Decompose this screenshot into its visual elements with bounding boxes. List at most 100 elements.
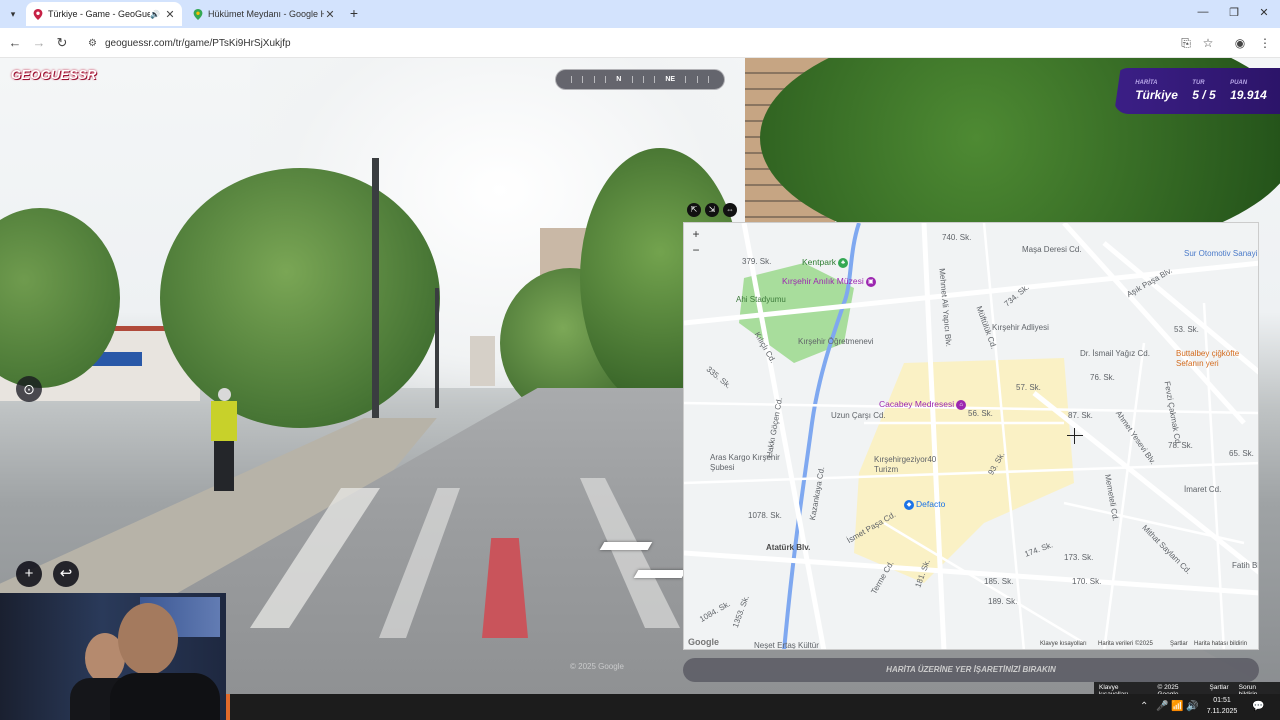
pin-map-icon[interactable]: ⇔ (723, 203, 737, 217)
restore-icon[interactable]: ❐ (1227, 6, 1241, 19)
map-value: Türkiye (1135, 88, 1178, 102)
system-clock[interactable]: 01:51 7.11.2025 (1202, 695, 1242, 717)
map-label: Kırşehir Adliyesi (992, 323, 1049, 332)
enlarge-map-icon[interactable]: ⇱ (687, 203, 701, 217)
map-label: Aras Kargo Kırşehir Şubesi (710, 453, 780, 472)
map-label: Dr. İsmail Yağız Cd. (1080, 349, 1150, 358)
profile-avatar-icon[interactable]: ◉ (1232, 35, 1248, 51)
park-icon: ♣ (838, 257, 849, 268)
clock-date: 7.11.2025 (1206, 708, 1238, 715)
map-zoom-in-button[interactable]: + (690, 228, 702, 240)
shrink-map-icon[interactable]: ⇲ (705, 203, 719, 217)
street-lamp-pole (435, 288, 439, 408)
map-label: 173. Sk. (1064, 553, 1094, 562)
map-label: 1078. Sk. (748, 511, 782, 520)
map-label: Buttalbey çiğköfte Sefanın yeri (1176, 349, 1240, 368)
os-taskbar (226, 694, 1280, 720)
map-cursor-crosshair (1067, 428, 1083, 444)
person-body (110, 673, 220, 720)
landmark-icon: ⌂ (956, 399, 967, 410)
close-tab-icon[interactable]: ✕ (324, 8, 336, 21)
forward-arrow-icon[interactable]: → (30, 34, 48, 52)
map-label: 57. Sk. (1016, 383, 1041, 392)
round-value: 5 / 5 (1192, 88, 1216, 102)
map-label: Fatih Blv. (1232, 561, 1259, 570)
move-forward-arrow[interactable] (599, 542, 653, 550)
menu-kebab-icon[interactable]: ⋮ (1257, 35, 1273, 51)
map-size-controls: ⇱ ⇲ ⇔ (687, 203, 737, 217)
notification-icon[interactable]: 💬 (1252, 701, 1264, 712)
microphone-icon[interactable]: 🎤 (1156, 701, 1168, 712)
back-arrow-icon[interactable]: ← (6, 34, 24, 52)
close-window-icon[interactable]: ✕ (1257, 6, 1271, 19)
zoom-in-button[interactable]: + (16, 561, 42, 587)
map-label: 87. Sk. (1068, 411, 1093, 420)
new-tab-plus-icon[interactable]: + (346, 5, 362, 21)
compass-northeast: NE (665, 76, 676, 83)
terms-link[interactable]: Şartlar (1204, 682, 1233, 694)
clock-time: 01:51 (1213, 697, 1231, 704)
map-label: 170. Sk. (1072, 577, 1102, 586)
taskbar-accent (226, 694, 230, 720)
map-footer-link[interactable]: Şartlar (1170, 641, 1188, 647)
address-bar[interactable]: ⚙ geoguessr.com/tr/game/PTsKi9HrSjXukjfp (80, 32, 1200, 54)
chevron-up-icon[interactable]: ⌃ (1140, 701, 1148, 712)
map-poi-museum[interactable]: Kırşehir Anılık Müzesi ▣ (782, 276, 878, 287)
tab-strip: ▾ Türkiye - Game - GeoGuessr 🔊 ✕ Hükümet… (0, 0, 1280, 28)
map-poi-cacabey[interactable]: Cacabey Medresesi ⌂ (879, 399, 968, 410)
map-label: HARİTA (1135, 80, 1158, 86)
copyright-text: © 2025 Google (1157, 684, 1179, 698)
map-footer-link[interactable]: Harita hatası bildirin (1194, 641, 1247, 647)
map-label: 76. Sk. (1090, 373, 1115, 382)
streetview-footer: Klavye kısayolları © 2025 Google Şartlar… (1094, 682, 1280, 698)
guess-map[interactable]: + − 740. Sk. Maşa Deresi Cd. Aşık Paşa B… (683, 222, 1259, 650)
place-marker-button[interactable]: HARİTA ÜZERİNE YER İŞARETİNİZİ BIRAKIN (683, 658, 1259, 682)
install-app-icon[interactable]: ⎘ (1178, 35, 1194, 51)
return-to-start-icon[interactable]: ⊙ (16, 376, 42, 402)
map-zoom-out-button[interactable]: − (690, 244, 702, 256)
geoguessr-logo[interactable]: GEOGUESSR (11, 67, 97, 82)
map-poi-kentpark[interactable]: Kentpark ♣ (802, 257, 850, 268)
volume-icon[interactable]: 🔊 (1186, 701, 1198, 712)
streetview-copyright: © 2025 Google (570, 662, 624, 671)
bookmark-star-icon[interactable]: ☆ (1200, 35, 1216, 51)
map-label: 53. Sk. (1174, 325, 1199, 334)
minimize-icon[interactable]: — (1196, 6, 1210, 18)
tree (160, 168, 440, 428)
compass-north: N (616, 76, 622, 83)
tab-geoguessr[interactable]: Türkiye - Game - GeoGuessr 🔊 ✕ (26, 2, 182, 26)
map-label: Ahi Stadyumu (736, 295, 786, 304)
keyboard-shortcuts-link[interactable]: Klavye kısayolları (1094, 682, 1152, 698)
tab-title: Türkiye - Game - GeoGuessr (48, 9, 151, 19)
site-info-icon[interactable]: ⚙ (88, 38, 97, 49)
speaker-icon[interactable]: 🔊 (150, 10, 160, 19)
map-label: 740. Sk. (942, 233, 972, 242)
map-footer-link[interactable]: Klavye kısayolları (1040, 641, 1087, 647)
webcam-overlay (0, 593, 226, 720)
close-tab-icon[interactable]: ✕ (164, 8, 176, 21)
browser-toolbar: ← → ↻ ⚙ geoguessr.com/tr/game/PTsKi9HrSj… (0, 28, 1280, 58)
undo-move-button[interactable]: ↩ (53, 561, 79, 587)
map-label: Atatürk Blv. (766, 543, 811, 552)
person-face (118, 603, 178, 675)
map-label: Uzun Çarşı Cd. (831, 411, 886, 420)
map-label: 189. Sk. (988, 597, 1018, 606)
tab-search-button[interactable]: ▾ (4, 5, 22, 23)
tab-google-maps[interactable]: Hükümet Meydanı - Google Haritalar ✕ (186, 2, 342, 26)
map-label: Sur Otomotiv Sanayi (1184, 249, 1258, 258)
game-status-panel: HARİTA Türkiye TUR 5 / 5 PUAN 19.914 (1114, 68, 1280, 114)
compass-bar: N NE (555, 69, 725, 90)
reload-icon[interactable]: ↻ (53, 34, 71, 52)
map-label: 379. Sk. (742, 257, 772, 266)
report-problem-link[interactable]: Sorun bildirin (1234, 682, 1280, 698)
map-label: 56. Sk. (968, 409, 993, 418)
move-back-arrow[interactable] (633, 570, 687, 578)
wifi-icon[interactable]: 📶 (1171, 701, 1183, 712)
map-label: 65. Sk. (1229, 449, 1254, 458)
map-label: 185. Sk. (984, 577, 1014, 586)
round-label: TUR (1192, 80, 1205, 86)
map-poi-defacto[interactable]: ◆ Defacto (902, 499, 945, 510)
map-label: Kırşehir Öğretmenevi (798, 337, 874, 346)
google-logo: Google (688, 637, 719, 647)
map-label: Maşa Deresi Cd. (1022, 245, 1082, 254)
